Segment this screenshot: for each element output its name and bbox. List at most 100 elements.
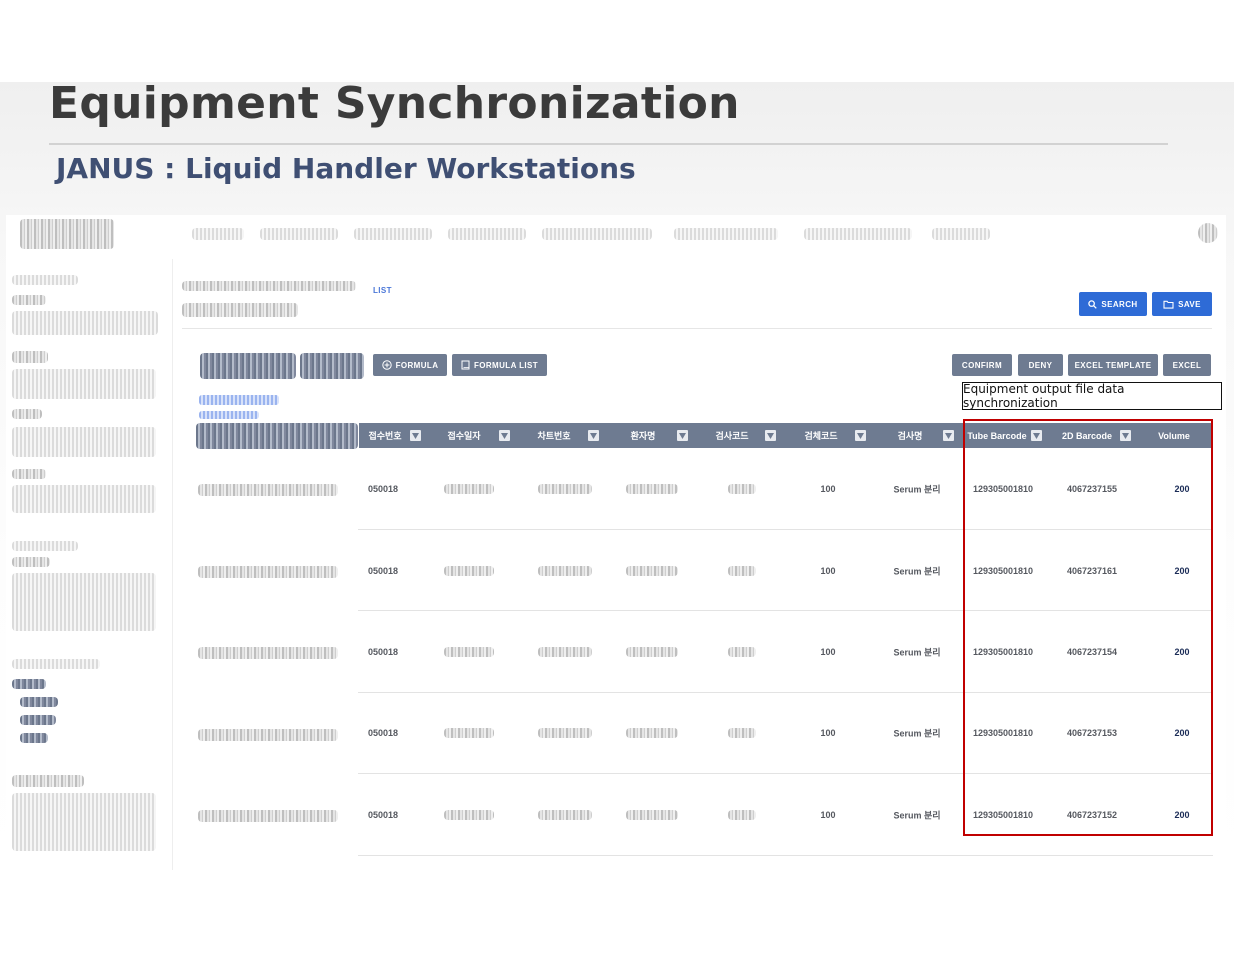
excel-button[interactable]: EXCEL [1163, 354, 1211, 376]
breadcrumb-list-link[interactable]: LIST [373, 286, 392, 295]
column-header[interactable]: 차트번호 [526, 423, 582, 448]
title-divider [49, 143, 1168, 145]
redacted-cell [444, 728, 494, 738]
sidebar-item[interactable] [20, 715, 56, 725]
filter-icon[interactable] [410, 430, 421, 441]
redacted-cell [444, 484, 494, 494]
redacted-cell [538, 647, 592, 657]
redacted-cell [444, 810, 494, 820]
sidebar-item[interactable] [12, 659, 100, 669]
sidebar-item[interactable] [12, 469, 46, 479]
column-label: 검체코드 [804, 431, 838, 441]
specimen-code-cell: 100 [820, 647, 836, 657]
result-count [199, 395, 279, 405]
slide-subtitle: JANUS : Liquid Handler Workstations [56, 152, 636, 185]
filter-icon[interactable] [588, 430, 599, 441]
nav-item[interactable] [804, 228, 912, 240]
redacted-cell [728, 647, 756, 657]
slide-title: Equipment Synchronization [49, 78, 740, 129]
filter-icon[interactable] [943, 430, 954, 441]
header-divider [182, 328, 1212, 329]
user-icon[interactable] [1198, 223, 1218, 243]
nav-item[interactable] [674, 228, 778, 240]
sidebar-item[interactable] [12, 485, 156, 513]
test-name-cell: Serum 분리 [893, 484, 941, 495]
specimen-code-cell: 100 [820, 566, 836, 576]
filter-icon[interactable] [677, 430, 688, 441]
sidebar-item[interactable] [12, 295, 46, 305]
receipt-no-cell: 050018 [368, 484, 399, 494]
sidebar-item[interactable] [12, 557, 50, 567]
filter-select[interactable] [300, 353, 364, 379]
search-button[interactable]: SEARCH [1079, 292, 1147, 316]
column-header[interactable]: 접수일자 [436, 423, 492, 448]
sidebar [6, 259, 173, 870]
specimen-code-cell: 100 [820, 810, 836, 820]
redacted-cell [626, 810, 678, 820]
page-title [182, 303, 298, 317]
redacted-cell [728, 484, 756, 494]
column-label: 차트번호 [537, 431, 571, 441]
test-name-cell: Serum 분리 [893, 728, 941, 739]
filter-select[interactable] [200, 353, 296, 379]
sidebar-item[interactable] [12, 541, 78, 551]
column-header[interactable]: 검사명 [882, 423, 938, 448]
save-button[interactable]: SAVE [1152, 292, 1212, 316]
column-header[interactable]: 검사코드 [704, 423, 760, 448]
column-header[interactable]: 검체코드 [793, 423, 849, 448]
filter-icon[interactable] [765, 430, 776, 441]
nav-item[interactable] [932, 228, 990, 240]
sidebar-item[interactable] [20, 697, 58, 707]
nav-item[interactable] [354, 228, 432, 240]
redacted-cell [198, 810, 338, 822]
book-icon [461, 360, 470, 370]
test-name-cell: Serum 분리 [893, 647, 941, 658]
sidebar-item[interactable] [12, 311, 158, 335]
formula-list-button[interactable]: FORMULA LIST [452, 354, 547, 376]
confirm-button-label: CONFIRM [961, 360, 1003, 370]
filter-icon[interactable] [855, 430, 866, 441]
sidebar-item[interactable] [12, 351, 48, 363]
nav-item[interactable] [192, 228, 244, 240]
sidebar-item[interactable] [20, 733, 48, 743]
deny-button-label: DENY [1028, 360, 1053, 370]
test-name-cell: Serum 분리 [893, 566, 941, 577]
receipt-no-cell: 050018 [368, 728, 399, 738]
nav-item[interactable] [448, 228, 526, 240]
column-header[interactable]: 환자명 [615, 423, 671, 448]
sidebar-item[interactable] [12, 573, 156, 631]
plus-circle-icon [381, 360, 392, 370]
excel-template-button[interactable]: EXCEL TEMPLATE [1068, 354, 1158, 376]
receipt-no-cell: 050018 [368, 647, 399, 657]
sidebar-item[interactable] [12, 775, 84, 787]
breadcrumb [182, 281, 356, 291]
column-header[interactable]: 접수번호 [359, 423, 411, 448]
receipt-no-cell: 050018 [368, 810, 399, 820]
annotation-callout: Equipment output file data synchronizati… [962, 382, 1222, 410]
redacted-cell [538, 566, 592, 576]
redacted-cell [538, 484, 592, 494]
redacted-cell [538, 728, 592, 738]
sidebar-item[interactable] [12, 275, 78, 285]
sidebar-item[interactable] [12, 409, 42, 419]
sidebar-item[interactable] [12, 793, 156, 851]
formula-button[interactable]: FORMULA [373, 354, 447, 376]
nav-item[interactable] [542, 228, 652, 240]
confirm-button[interactable]: CONFIRM [952, 354, 1012, 376]
filter-icon[interactable] [499, 430, 510, 441]
specimen-code-cell: 100 [820, 484, 836, 494]
sidebar-item[interactable] [12, 679, 46, 689]
nav-item[interactable] [260, 228, 338, 240]
column-label: 접수일자 [447, 431, 481, 441]
sidebar-item[interactable] [12, 369, 156, 399]
formula-button-label: FORMULA [395, 360, 439, 370]
specimen-code-cell: 100 [820, 728, 836, 738]
redacted-cell [198, 729, 338, 741]
redacted-cell [728, 728, 756, 738]
deny-button[interactable]: DENY [1018, 354, 1063, 376]
sidebar-item[interactable] [12, 427, 156, 457]
column-label: 환자명 [630, 431, 656, 441]
column-label: 검사코드 [715, 431, 749, 441]
redacted-cell [444, 647, 494, 657]
redacted-cell [538, 810, 592, 820]
